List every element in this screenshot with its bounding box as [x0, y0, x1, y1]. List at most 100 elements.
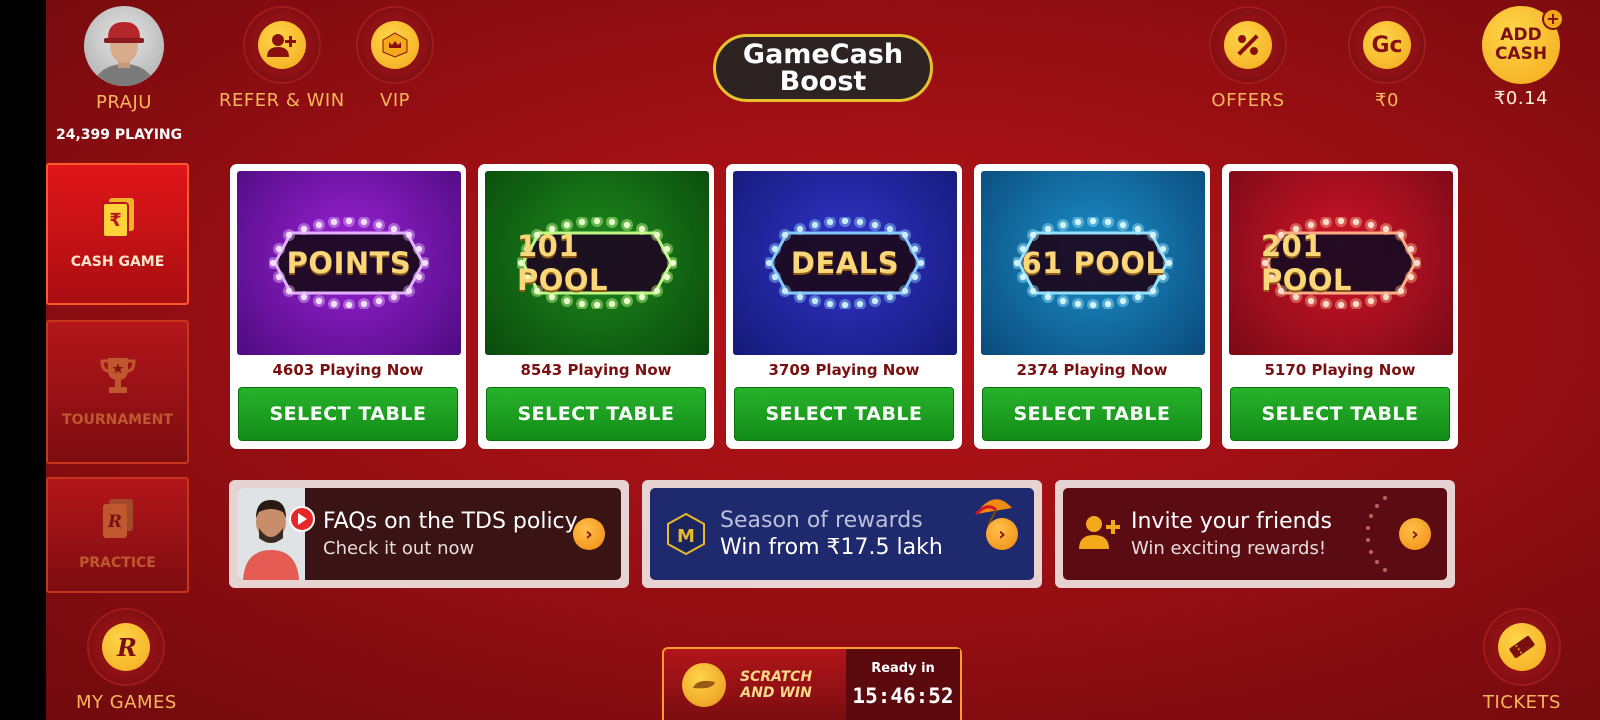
refer-and-win-button[interactable]: REFER & WIN [219, 6, 345, 111]
banner-tds-faq[interactable]: FAQs on the TDS policy Check it out now … [237, 488, 621, 580]
vip-label: VIP [380, 90, 410, 111]
banner-rewards-subtitle: Win from ₹17.5 lakh [720, 535, 943, 560]
banner-tds-frame: FAQs on the TDS policy Check it out now … [229, 480, 629, 588]
ticket-icon [1498, 623, 1546, 671]
my-games-button[interactable]: R MY GAMES [76, 608, 177, 713]
game-playing-count: 4603 Playing Now [272, 361, 424, 379]
scratch-timer-section: Ready in 15:46:52 [846, 649, 960, 720]
banner-rewards-frame: M Season of rewards Win from ₹17.5 lakh … [642, 480, 1042, 588]
chevron-right-icon[interactable]: › [573, 518, 605, 550]
svg-text:M: M [677, 526, 695, 547]
game-playing-count: 2374 Playing Now [1016, 361, 1168, 379]
avatar [84, 6, 164, 86]
left-black-strip [0, 0, 46, 720]
select-table-button[interactable]: SELECT TABLE [982, 387, 1202, 441]
gamecash-balance-button[interactable]: Gc ₹0 [1348, 6, 1426, 111]
marquee-sign: DEALS [765, 217, 925, 309]
banner-invite-subtitle: Win exciting rewards! [1131, 538, 1327, 559]
game-thumbnail[interactable]: 201 POOL [1229, 171, 1453, 355]
marquee-sign: POINTS [269, 217, 429, 309]
refer-icon-circle [242, 6, 321, 84]
play-icon [289, 506, 315, 532]
add-user-icon [257, 21, 306, 69]
plus-icon: + [1542, 8, 1564, 30]
banner-rewards-text: Season of rewards Win from ₹17.5 lakh [720, 508, 943, 560]
banner-invite-title: Invite your friends [1131, 509, 1332, 534]
dots-decoration [1359, 494, 1395, 578]
sidebar-item-practice[interactable]: R PRACTICE [46, 477, 189, 593]
my-games-icon-circle: R [87, 608, 166, 686]
scratch-title: SCRATCH AND WIN [740, 669, 812, 701]
scratch-timer: 15:46:52 [852, 684, 954, 708]
select-table-button[interactable]: SELECT TABLE [238, 387, 458, 441]
game-playing-count: 3709 Playing Now [768, 361, 920, 379]
profile-button[interactable]: PRAJU [84, 6, 164, 113]
add-user-icon [1077, 514, 1121, 554]
add-cash-disc-wrap: ADD CASH + [1482, 6, 1564, 84]
cash-balance: ₹0.14 [1493, 88, 1549, 109]
my-games-label: MY GAMES [76, 692, 177, 713]
offers-button[interactable]: OFFERS [1209, 6, 1287, 111]
gamecash-coin-text: Gc [1371, 32, 1403, 58]
sidebar-label-practice: PRACTICE [79, 555, 156, 571]
chevron-right-icon[interactable]: › [986, 518, 1018, 550]
game-playing-count: 5170 Playing Now [1264, 361, 1416, 379]
svg-text:₹: ₹ [109, 210, 122, 231]
marquee-sign: 201 POOL [1261, 217, 1421, 309]
svg-text:R: R [106, 512, 121, 532]
vip-icon-circle [356, 6, 434, 84]
sidebar-item-tournament[interactable]: TOURNAMENT [46, 320, 189, 464]
offers-icon-circle [1209, 6, 1287, 84]
rupee-card-icon: ₹ [100, 198, 136, 242]
presenter-thumbnail [237, 488, 305, 580]
chevron-right-icon[interactable]: › [1399, 518, 1431, 550]
scratch-left-section: SCRATCH AND WIN [664, 649, 846, 720]
game-card: DEALS 3709 Playing Now SELECT TABLE [726, 164, 962, 449]
practice-card-icon: R [101, 499, 135, 543]
select-table-button[interactable]: SELECT TABLE [486, 387, 706, 441]
game-thumbnail[interactable]: DEALS [733, 171, 957, 355]
svg-text:R: R [116, 633, 137, 662]
banner-tds-text: FAQs on the TDS policy Check it out now [323, 509, 578, 559]
offers-label: OFFERS [1211, 90, 1285, 111]
game-title: 201 POOL [1261, 229, 1353, 297]
boost-line2: Boost [779, 66, 867, 97]
game-title: 61 POOL [1021, 246, 1165, 280]
tickets-icon-circle [1483, 608, 1561, 686]
select-table-button[interactable]: SELECT TABLE [1230, 387, 1450, 441]
banner-invite-frame: Invite your friends Win exciting rewards… [1055, 480, 1455, 588]
banner-tds-title: FAQs on the TDS policy [323, 509, 578, 534]
sidebar-label-cash-game: CASH GAME [70, 254, 165, 270]
refer-label: REFER & WIN [219, 90, 345, 111]
game-card: 201 POOL 5170 Playing Now SELECT TABLE [1222, 164, 1458, 449]
game-thumbnail[interactable]: POINTS [237, 171, 461, 355]
add-cash-button[interactable]: ADD CASH + ₹0.14 [1482, 6, 1564, 109]
scratch-and-win-widget[interactable]: SCRATCH AND WIN Ready in 15:46:52 [662, 647, 962, 720]
boost-line1: GameCash [742, 39, 904, 70]
gamecash-balance: ₹0 [1375, 90, 1399, 111]
game-title: POINTS [286, 246, 412, 280]
marquee-sign: 61 POOL [1013, 217, 1173, 309]
rummy-logo-icon: R [102, 623, 151, 671]
banner-invite-text: Invite your friends Win exciting rewards… [1131, 509, 1332, 559]
game-card: POINTS 4603 Playing Now SELECT TABLE [230, 164, 466, 449]
sidebar-item-cash-game[interactable]: ₹ CASH GAME [46, 163, 189, 305]
ready-in-label: Ready in [871, 661, 935, 676]
banner-season-rewards[interactable]: M Season of rewards Win from ₹17.5 lakh … [650, 488, 1034, 580]
select-table-button[interactable]: SELECT TABLE [734, 387, 954, 441]
tickets-button[interactable]: TICKETS [1483, 608, 1561, 713]
gamecash-boost-button[interactable]: GameCash Boost [713, 34, 933, 102]
banner-tds-subtitle: Check it out now [323, 538, 475, 559]
add-cash-line1: ADD [1500, 25, 1542, 45]
players-online-count: 24,399 PLAYING [56, 127, 183, 143]
banner-invite-friends[interactable]: Invite your friends Win exciting rewards… [1063, 488, 1447, 580]
trophy-icon [98, 356, 138, 400]
game-thumbnail[interactable]: 101 POOL [485, 171, 709, 355]
gamecash-icon-circle: Gc [1348, 6, 1426, 84]
vip-button[interactable]: VIP [356, 6, 434, 111]
game-playing-count: 8543 Playing Now [520, 361, 672, 379]
marquee-sign: 101 POOL [517, 217, 677, 309]
scratch-coin-icon [682, 662, 726, 707]
game-thumbnail[interactable]: 61 POOL [981, 171, 1205, 355]
add-cash-line2: CASH [1494, 44, 1548, 64]
